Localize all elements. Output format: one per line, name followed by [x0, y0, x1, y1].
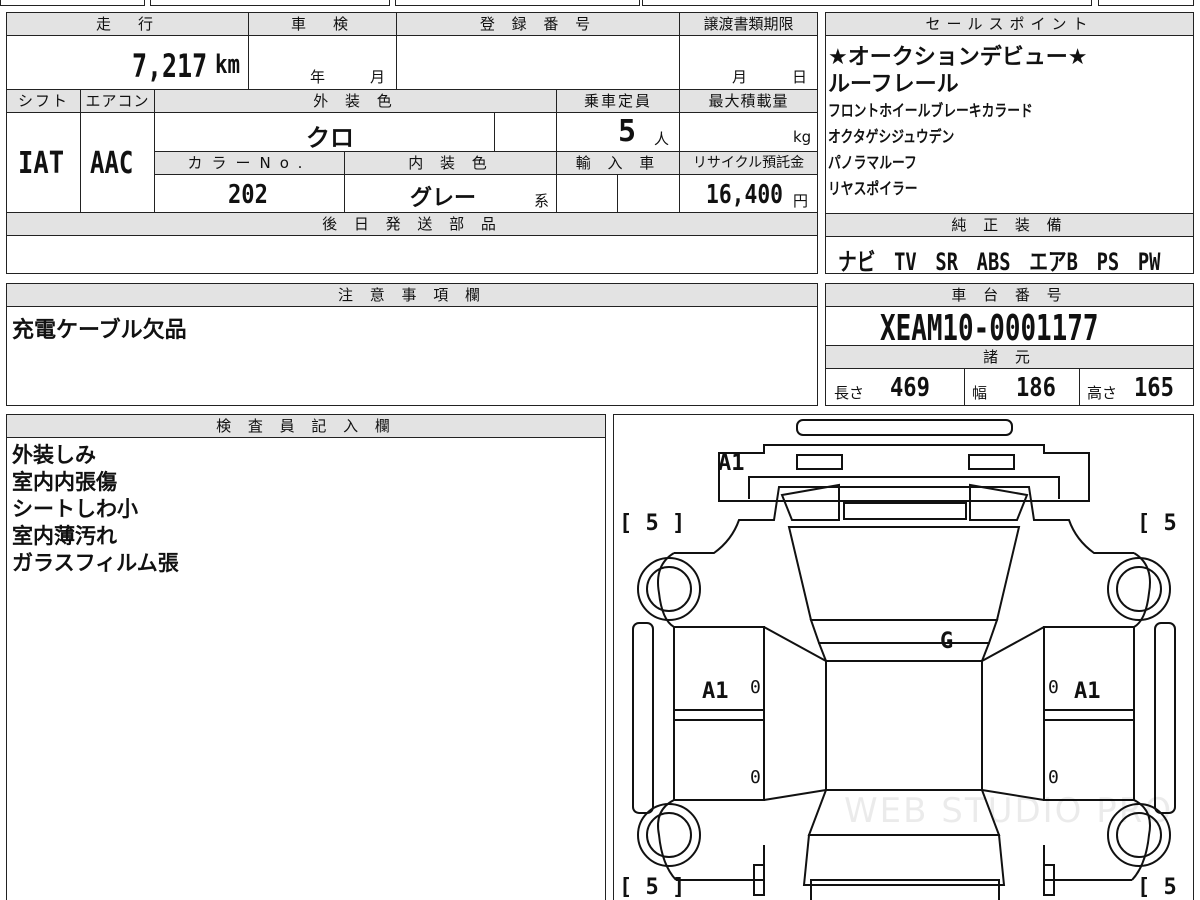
import-cell-a: [556, 174, 618, 213]
chassis-header: 車 台 番 号: [825, 283, 1194, 307]
inspector-note: シートしわ小: [12, 497, 138, 521]
inspector-header: 検 査 員 記 入 欄: [6, 414, 606, 438]
shift-value: IAT: [18, 146, 65, 181]
recycle-fee-value: 16,400: [706, 180, 784, 210]
inspection-year: 年: [310, 68, 326, 86]
registration-header: 登 録 番 号: [396, 12, 680, 36]
color-no-header: カラーNo.: [154, 151, 345, 175]
notes-value: 充電ケーブル欠品: [12, 318, 187, 343]
interior-color-value: グレー: [410, 186, 477, 211]
standard-equipment-value: ナビ TV SR ABS エアB PS PW: [838, 248, 1161, 276]
inspection-month: 月: [370, 68, 386, 86]
sales-points-header: セールスポイント: [825, 12, 1194, 36]
sales-point-item: オクタゲシジュウデン: [828, 127, 955, 146]
exterior-color-value: クロ: [306, 124, 354, 152]
tire-rear-right-label: [ 5 ]: [1137, 875, 1193, 900]
mileage-cell: [6, 35, 249, 90]
deadline-day: 日: [792, 68, 808, 86]
left-side-mark: A1: [702, 679, 729, 704]
car-diagram-box: [ 5 ] [ 5 ] [ 5 ] [ 5 ] A1 G A1 A1 0 0 0…: [613, 414, 1194, 900]
import-header: 輸 入 車: [556, 151, 680, 175]
later-parts-header: 後 日 発 送 部 品: [6, 212, 818, 236]
sales-points-list: ★オークションデビュー★ ルーフレール フロントホイールブレーキカラード オクタ…: [828, 44, 1190, 202]
aircon-header: エアコン: [80, 89, 155, 113]
recycle-fee-unit: 円: [793, 192, 809, 210]
door-mark: 0: [750, 767, 761, 788]
right-side-mark: A1: [1074, 679, 1101, 704]
sales-point-item: パノラマルーフ: [828, 153, 917, 172]
sales-point-item: ★オークションデビュー★: [828, 45, 1088, 70]
top-strip-4: [642, 0, 1092, 6]
aircon-value: AAC: [90, 146, 134, 181]
interior-color-header: 内 装 色: [344, 151, 557, 175]
top-strip-1: [0, 0, 145, 6]
inspector-note: 室内薄汚れ: [12, 524, 117, 548]
registration-cell: [396, 35, 680, 90]
inspector-note: ガラスフィルム張: [12, 551, 179, 575]
sales-point-item: リヤスポイラー: [828, 179, 918, 198]
transfer-deadline-header: 譲渡書類期限: [679, 12, 818, 36]
spec-height-value: 165: [1134, 373, 1174, 403]
spec-height-label: 高さ: [1087, 384, 1118, 402]
tire-front-right-label: [ 5 ]: [1137, 511, 1193, 536]
inspector-note: 外装しみ: [12, 443, 96, 467]
door-mark: 0: [1048, 767, 1059, 788]
standard-equipment-header: 純 正 装 備: [825, 213, 1194, 237]
import-cell-b: [617, 174, 680, 213]
later-parts-cell: [6, 235, 818, 274]
spec-length-label: 長さ: [834, 384, 865, 402]
front-bumper-mark: A1: [718, 451, 745, 476]
capacity-unit: 人: [654, 130, 670, 148]
windshield-mark: G: [940, 629, 954, 654]
exterior-color-header: 外 装 色: [154, 89, 557, 113]
inspection-header: 車 検: [248, 12, 397, 36]
mileage-value: 7,217: [132, 47, 208, 85]
door-mark: 0: [750, 677, 761, 698]
top-strip-3: [395, 0, 640, 6]
spec-length-value: 469: [890, 373, 930, 403]
mileage-header: 走 行: [6, 12, 249, 36]
spec-width-label: 幅: [972, 384, 988, 402]
spec-width-value: 186: [1016, 373, 1056, 403]
deadline-month: 月: [732, 68, 748, 86]
chassis-value: XEAM10-0001177: [880, 308, 1099, 349]
capacity-value: 5: [618, 114, 637, 149]
specs-header: 諸 元: [825, 345, 1194, 369]
door-mark: 0: [1048, 677, 1059, 698]
watermark: WEB STUDIO PRO: [844, 791, 1174, 831]
load-unit: kg: [793, 128, 812, 146]
interior-color-suffix: 系: [534, 192, 550, 210]
inspector-notes-list: 外装しみ 室内内張傷 シートしわ小 室内薄汚れ ガラスフィルム張: [12, 442, 179, 577]
color-no-value: 202: [228, 180, 268, 210]
tire-front-left-label: [ 5 ]: [619, 511, 686, 536]
exterior-color-extra: [494, 112, 557, 152]
recycle-fee-header: リサイクル預託金: [679, 151, 818, 175]
shift-header: シフト: [6, 89, 81, 113]
capacity-header: 乗車定員: [556, 89, 680, 113]
max-load-header: 最大積載量: [679, 89, 818, 113]
mileage-unit: km: [215, 50, 241, 80]
top-strip-2: [150, 0, 390, 6]
sales-point-item: フロントホイールブレーキカラード: [828, 101, 1033, 120]
notes-header: 注 意 事 項 欄: [6, 283, 818, 307]
tire-rear-left-label: [ 5 ]: [619, 875, 686, 900]
sales-point-item: ルーフレール: [828, 72, 959, 97]
top-strip-5: [1098, 0, 1194, 6]
inspector-note: 室内内張傷: [12, 470, 117, 494]
